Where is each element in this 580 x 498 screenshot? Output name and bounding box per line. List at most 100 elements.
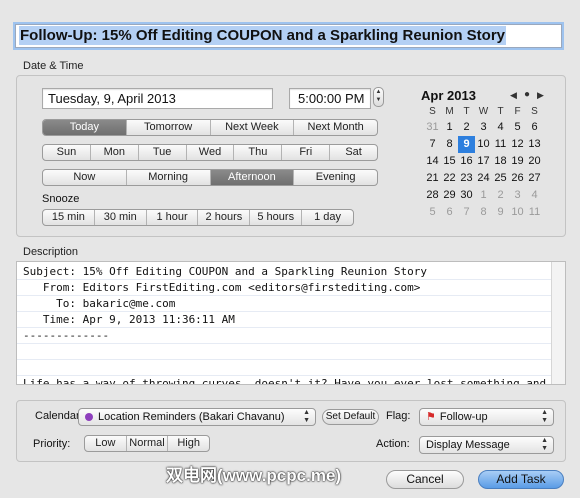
calendar-day[interactable]: 22 [441, 170, 458, 187]
segment-next-week[interactable]: Next Week [211, 120, 295, 135]
priority-high[interactable]: High [168, 436, 209, 451]
flag-popup[interactable]: ⚑ Follow-up ▲ ▼ [419, 408, 554, 426]
calendar-popup[interactable]: Location Reminders (Bakari Chavanu) ▲ ▼ [78, 408, 316, 426]
calendar-day[interactable]: 12 [509, 136, 526, 153]
quick-day-selector: Today Tomorrow Next Week Next Month [42, 119, 378, 136]
calendar-day[interactable]: 8 [441, 136, 458, 153]
snooze-selector: 15 min 30 min 1 hour 2 hours 5 hours 1 day [42, 209, 354, 226]
add-task-button[interactable]: Add Task [478, 470, 564, 489]
calendar-day[interactable]: 13 [526, 136, 543, 153]
calendar-next-icon[interactable]: ▶ [537, 90, 544, 101]
description-line: From: Editors FirstEditing.com <editors@… [17, 280, 551, 296]
calendar-day[interactable]: 17 [475, 153, 492, 170]
calendar-day[interactable]: 2 [458, 119, 475, 136]
calendar-day[interactable]: 5 [424, 204, 441, 221]
calendar-day[interactable]: 14 [424, 153, 441, 170]
calendar-day[interactable]: 20 [526, 153, 543, 170]
calendar-day[interactable]: 15 [441, 153, 458, 170]
calendar-day[interactable]: 1 [441, 119, 458, 136]
task-title-input[interactable]: Follow-Up: 15% Off Editing COUPON and a … [15, 24, 562, 48]
weekday-tue[interactable]: Tue [139, 145, 187, 160]
watermark: 双电网(www.pcpc.me) [166, 466, 342, 485]
calendar-day[interactable]: 3 [509, 187, 526, 204]
calendar-day[interactable]: 4 [492, 119, 509, 136]
segment-afternoon[interactable]: Afternoon [210, 170, 295, 185]
calendar-day[interactable]: 11 [492, 136, 509, 153]
weekday-wed[interactable]: Wed [187, 145, 235, 160]
weekday-fri[interactable]: Fri [282, 145, 331, 160]
snooze-label: Snooze [42, 193, 80, 205]
segment-morning[interactable]: Morning [127, 170, 211, 185]
segment-tomorrow[interactable]: Tomorrow [127, 120, 211, 135]
description-line: ------------- [17, 328, 551, 344]
calendar-day[interactable]: 31 [424, 119, 441, 136]
description-line: Life has a way of throwing curves, doesn… [17, 376, 551, 384]
action-popup[interactable]: Display Message ▲ ▼ [419, 436, 554, 454]
time-field[interactable]: 5:00:00 PM [289, 88, 371, 109]
description-line: Time: Apr 9, 2013 11:36:11 AM [17, 312, 551, 328]
calendar-day[interactable]: 10 [509, 204, 526, 221]
segment-next-month[interactable]: Next Month [294, 120, 377, 135]
set-default-button[interactable]: Set Default [322, 409, 379, 425]
priority-normal[interactable]: Normal [127, 436, 169, 451]
calendar-day-header: S [429, 106, 436, 117]
description-line [17, 344, 551, 360]
calendar-prev-icon[interactable]: ◀ [510, 90, 517, 101]
snooze-5-hours[interactable]: 5 hours [250, 210, 303, 225]
time-stepper[interactable]: ▲ ▼ [373, 87, 384, 107]
calendar-day[interactable]: 5 [509, 119, 526, 136]
calendar-day[interactable]: 10 [475, 136, 492, 153]
calendar-day[interactable]: 9 [492, 204, 509, 221]
calendar-day[interactable]: 1 [475, 187, 492, 204]
priority-low[interactable]: Low [85, 436, 127, 451]
task-title-text: Follow-Up: 15% Off Editing COUPON and a … [19, 26, 507, 45]
calendar-days: 31 1 2 3 4 5 6 7 8 9 10 11 12 13 14 15 16 17 18 19 20 21 22 23 2… [424, 119, 543, 221]
segment-now[interactable]: Now [43, 170, 127, 185]
calendar-day[interactable]: 30 [458, 187, 475, 204]
calendar-day[interactable]: 27 [526, 170, 543, 187]
weekday-sat[interactable]: Sat [330, 145, 377, 160]
priority-selector: Low Normal High [84, 435, 210, 452]
calendar-day[interactable]: 6 [441, 204, 458, 221]
calendar-color-dot [85, 413, 93, 421]
calendar-today-icon[interactable]: ● [524, 89, 530, 100]
description-scrollbar[interactable] [551, 262, 565, 384]
popup-arrows-icon: ▲ ▼ [303, 409, 310, 424]
cancel-button[interactable]: Cancel [386, 470, 464, 489]
date-field[interactable]: Tuesday, 9, April 2013 [42, 88, 273, 109]
popup-arrows-icon: ▲ ▼ [541, 437, 548, 452]
snooze-30-min[interactable]: 30 min [95, 210, 147, 225]
calendar-day[interactable]: 29 [441, 187, 458, 204]
calendar-day[interactable]: 8 [475, 204, 492, 221]
description-label: Description [23, 246, 79, 258]
calendar-day-header: F [514, 106, 521, 117]
calendar-day-selected[interactable]: 9 [458, 136, 475, 153]
calendar-day[interactable]: 21 [424, 170, 441, 187]
calendar-day[interactable]: 7 [458, 204, 475, 221]
calendar-day[interactable]: 7 [424, 136, 441, 153]
calendar-day[interactable]: 11 [526, 204, 543, 221]
snooze-1-hour[interactable]: 1 hour [147, 210, 199, 225]
calendar-day[interactable]: 3 [475, 119, 492, 136]
calendar-day[interactable]: 24 [475, 170, 492, 187]
calendar-day[interactable]: 19 [509, 153, 526, 170]
snooze-1-day[interactable]: 1 day [302, 210, 353, 225]
calendar-day[interactable]: 6 [526, 119, 543, 136]
calendar-day[interactable]: 23 [458, 170, 475, 187]
calendar-day[interactable]: 2 [492, 187, 509, 204]
calendar-day-header: T [463, 106, 470, 117]
weekday-thu[interactable]: Thu [234, 145, 283, 160]
calendar-day[interactable]: 18 [492, 153, 509, 170]
calendar-day[interactable]: 16 [458, 153, 475, 170]
calendar-day[interactable]: 26 [509, 170, 526, 187]
snooze-2-hours[interactable]: 2 hours [198, 210, 251, 225]
segment-evening[interactable]: Evening [294, 170, 377, 185]
segment-today[interactable]: Today [43, 120, 127, 135]
description-textarea[interactable]: Subject: 15% Off Editing COUPON and a Sp… [16, 261, 566, 385]
calendar-day[interactable]: 28 [424, 187, 441, 204]
weekday-sun[interactable]: Sun [43, 145, 91, 160]
calendar-day[interactable]: 25 [492, 170, 509, 187]
snooze-15-min[interactable]: 15 min [43, 210, 95, 225]
calendar-day[interactable]: 4 [526, 187, 543, 204]
weekday-mon[interactable]: Mon [91, 145, 139, 160]
